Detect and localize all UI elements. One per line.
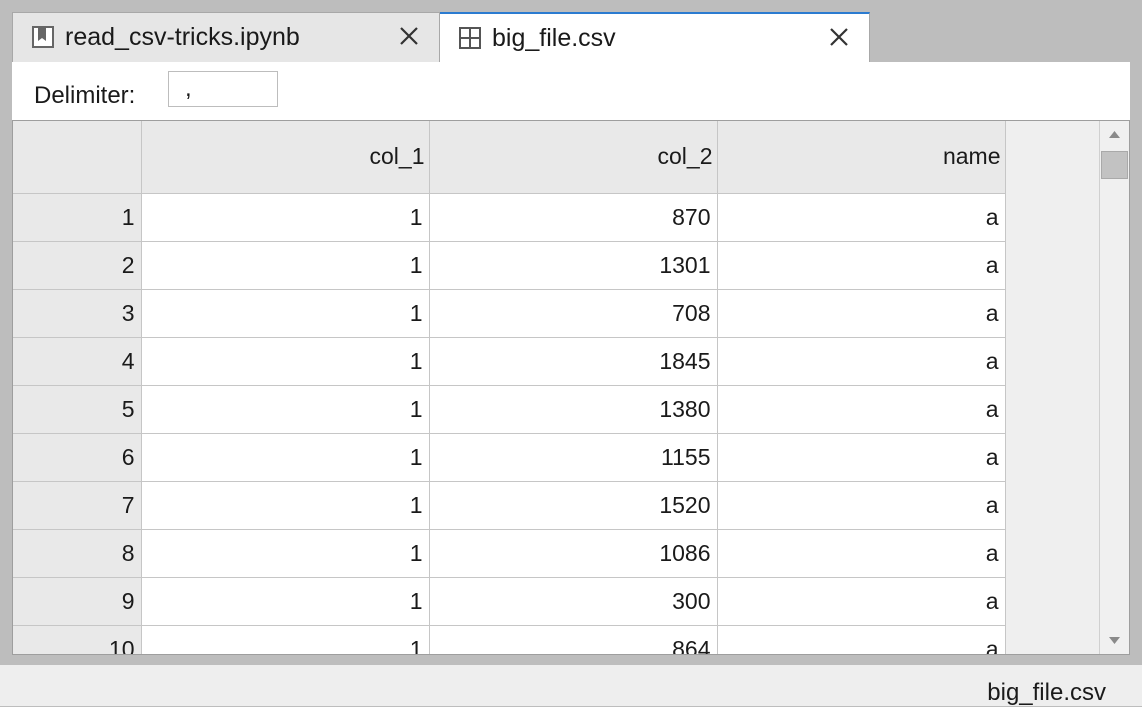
- status-filename: big_file.csv: [987, 679, 1106, 706]
- tab-label: big_file.csv: [492, 24, 616, 52]
- table-cell[interactable]: a: [717, 529, 1006, 578]
- table-row[interactable]: 10 1 864 a: [13, 625, 1006, 654]
- vertical-scrollbar[interactable]: [1099, 121, 1129, 654]
- table-cell[interactable]: 1301: [429, 241, 718, 290]
- table-cell[interactable]: a: [717, 481, 1006, 530]
- table-cell[interactable]: 870: [429, 193, 718, 242]
- row-index-cell[interactable]: 10: [13, 625, 142, 654]
- csv-toolbar: Delimiter:: [12, 62, 1130, 120]
- csv-data-grid: col_1 col_2 name 1 1 870 a 2 1 1301 a 3 1 708 a 4 1 18…: [12, 120, 1130, 655]
- table-cell[interactable]: a: [717, 385, 1006, 434]
- table-cell[interactable]: 1: [141, 289, 430, 338]
- table-cell[interactable]: 1: [141, 433, 430, 482]
- table-row[interactable]: 2 1 1301 a: [13, 241, 1006, 290]
- scroll-down-arrow-icon[interactable]: [1100, 626, 1129, 654]
- table-cell[interactable]: a: [717, 241, 1006, 290]
- table-cell[interactable]: a: [717, 433, 1006, 482]
- row-index-cell[interactable]: 5: [13, 385, 142, 434]
- table-row[interactable]: 5 1 1380 a: [13, 385, 1006, 434]
- table-row[interactable]: 3 1 708 a: [13, 289, 1006, 338]
- tab-label: read_csv-tricks.ipynb: [65, 23, 300, 51]
- table-cell[interactable]: 1845: [429, 337, 718, 386]
- column-header-col-1[interactable]: col_1: [141, 121, 430, 194]
- close-icon[interactable]: [827, 25, 851, 49]
- delimiter-input[interactable]: [168, 71, 278, 107]
- table-cell[interactable]: 1: [141, 481, 430, 530]
- table-cell[interactable]: a: [717, 289, 1006, 338]
- row-index-cell[interactable]: 6: [13, 433, 142, 482]
- table-cell[interactable]: 1: [141, 193, 430, 242]
- table-cell[interactable]: 708: [429, 289, 718, 338]
- close-icon[interactable]: [397, 24, 421, 48]
- table-cell[interactable]: a: [717, 337, 1006, 386]
- delimiter-label: Delimiter:: [34, 82, 136, 109]
- status-bar: big_file.csv: [0, 665, 1142, 706]
- row-index-cell[interactable]: 4: [13, 337, 142, 386]
- table-cell[interactable]: 1086: [429, 529, 718, 578]
- tab-bar: read_csv-tricks.ipynb big_file.csv: [0, 0, 1142, 62]
- table-cell[interactable]: 1: [141, 625, 430, 654]
- column-header-name[interactable]: name: [717, 121, 1006, 194]
- row-index-cell[interactable]: 9: [13, 577, 142, 626]
- column-header-col-2[interactable]: col_2: [429, 121, 718, 194]
- table-cell[interactable]: a: [717, 625, 1006, 654]
- table-cell[interactable]: 1520: [429, 481, 718, 530]
- header-row: col_1 col_2 name: [13, 121, 1006, 194]
- row-index-cell[interactable]: 2: [13, 241, 142, 290]
- table-cell[interactable]: 1: [141, 241, 430, 290]
- scrollbar-thumb[interactable]: [1101, 151, 1128, 179]
- row-index-cell[interactable]: 3: [13, 289, 142, 338]
- scroll-up-arrow-icon[interactable]: [1100, 121, 1129, 149]
- column-header-index[interactable]: [13, 121, 142, 194]
- table-cell[interactable]: 300: [429, 577, 718, 626]
- table-cell[interactable]: 1: [141, 529, 430, 578]
- table-cell[interactable]: 1155: [429, 433, 718, 482]
- table-row[interactable]: 9 1 300 a: [13, 577, 1006, 626]
- table-cell[interactable]: 864: [429, 625, 718, 654]
- row-index-cell[interactable]: 7: [13, 481, 142, 530]
- table-cell[interactable]: a: [717, 193, 1006, 242]
- table-row[interactable]: 4 1 1845 a: [13, 337, 1006, 386]
- table-row[interactable]: 6 1 1155 a: [13, 433, 1006, 482]
- table-cell[interactable]: 1: [141, 385, 430, 434]
- data-table: col_1 col_2 name 1 1 870 a 2 1 1301 a 3 1 708 a 4 1 18…: [13, 121, 1006, 654]
- table-row[interactable]: 1 1 870 a: [13, 193, 1006, 242]
- table-row[interactable]: 8 1 1086 a: [13, 529, 1006, 578]
- table-cell[interactable]: 1: [141, 337, 430, 386]
- table-cell[interactable]: a: [717, 577, 1006, 626]
- tab-notebook[interactable]: read_csv-tricks.ipynb: [12, 12, 440, 62]
- table-row[interactable]: 7 1 1520 a: [13, 481, 1006, 530]
- table-cell[interactable]: 1380: [429, 385, 718, 434]
- row-index-cell[interactable]: 1: [13, 193, 142, 242]
- row-index-cell[interactable]: 8: [13, 529, 142, 578]
- table-cell[interactable]: 1: [141, 577, 430, 626]
- table-grid-icon: [459, 27, 481, 49]
- tab-big-file-csv[interactable]: big_file.csv: [440, 12, 870, 62]
- notebook-icon: [32, 26, 54, 48]
